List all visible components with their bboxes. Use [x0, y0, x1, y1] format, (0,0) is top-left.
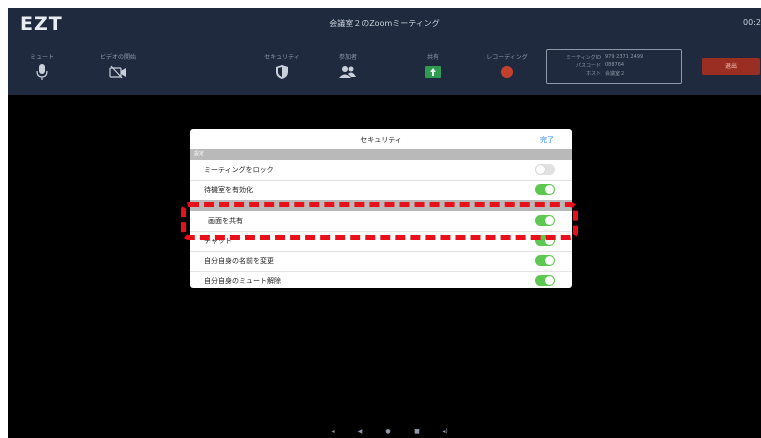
security-label: セキュリティ: [264, 54, 300, 61]
lock-meeting-label: ミーティングをロック: [204, 166, 274, 174]
share-screen-toggle[interactable]: [535, 215, 555, 226]
recents-icon[interactable]: ■: [410, 426, 424, 438]
host-value: 会議室２: [605, 71, 626, 77]
clock: 00:2: [743, 18, 761, 27]
android-nav-bar: ◂ ◀ ● ■ ◂): [8, 426, 761, 438]
share-screen-label: 画面を共有: [208, 217, 243, 225]
mic-icon: [36, 64, 48, 80]
back-icon[interactable]: ◀: [353, 426, 367, 438]
leave-button[interactable]: 退出: [702, 58, 760, 75]
lock-meeting-row: ミーティングをロック: [190, 160, 572, 181]
lock-meeting-toggle[interactable]: [535, 164, 555, 175]
unmute-self-row: 自分自身のミュート解除: [190, 271, 572, 288]
host-key: ホスト: [585, 71, 601, 77]
meeting-id-key: ミーティングID: [565, 55, 601, 61]
participants-icon: [339, 66, 356, 78]
toggle-knob: [536, 165, 545, 174]
video-off-icon: [109, 65, 126, 79]
waiting-room-row: 待機室を有効化: [190, 180, 572, 201]
record-label: レコーディング: [486, 54, 528, 61]
waiting-room-label: 待機室を有効化: [204, 186, 253, 194]
host-row: ホスト 会議室２: [547, 70, 681, 78]
toggle-knob: [545, 236, 554, 245]
security-button[interactable]: セキュリティ: [252, 52, 312, 80]
unmute-self-label: 自分自身のミュート解除: [204, 277, 281, 285]
mute-button[interactable]: ミュート: [12, 52, 72, 80]
share-screen-row: 画面を共有: [190, 211, 572, 232]
video-label: ビデオの開始: [99, 54, 136, 61]
chat-toggle[interactable]: [535, 235, 555, 246]
record-dot-icon: [501, 66, 513, 78]
waiting-room-toggle[interactable]: [535, 184, 555, 195]
passcode-value: 088764: [605, 62, 625, 68]
passcode-row: パスコード 088764: [547, 62, 681, 70]
home-icon[interactable]: ●: [381, 426, 395, 438]
meeting-info-box: ミーティングID 979 2371 2499 パスコード 088764 ホスト …: [546, 49, 682, 84]
chat-label: チャット: [204, 237, 232, 245]
unmute-self-toggle[interactable]: [535, 275, 555, 286]
record-button[interactable]: レコーディング: [477, 52, 537, 80]
rename-self-label: 自分自身の名前を変更: [204, 257, 274, 265]
mute-label: ミュート: [29, 54, 54, 61]
share-button[interactable]: 共有: [403, 52, 463, 80]
participants-label: 参加者: [338, 54, 357, 61]
chat-row: チャット: [190, 231, 572, 252]
dialog-header: セキュリティ 完了: [190, 129, 572, 149]
rename-self-row: 自分自身の名前を変更: [190, 251, 572, 272]
toggle-knob: [545, 185, 554, 194]
toggle-knob: [545, 216, 554, 225]
rename-self-toggle[interactable]: [535, 255, 555, 266]
shield-icon: [276, 65, 288, 79]
meeting-title: 会議室２のZoomミーティング: [329, 19, 440, 28]
toggle-knob: [545, 276, 554, 285]
settings-section-header: 設定: [190, 149, 572, 160]
share-arrow-icon: [425, 66, 441, 78]
volume-down-icon[interactable]: ◂: [326, 426, 340, 438]
meeting-id-row: ミーティングID 979 2371 2499: [547, 54, 681, 62]
permissions-section-header: [190, 200, 572, 211]
meeting-toolbar: EZT 会議室２のZoomミーティング 00:2 ミュート ビデオの開始 セキュ…: [8, 8, 761, 95]
done-button[interactable]: 完了: [540, 135, 554, 145]
meeting-id-value: 979 2371 2499: [605, 54, 644, 60]
toggle-knob: [545, 256, 554, 265]
volume-up-icon[interactable]: ◂): [438, 426, 452, 438]
passcode-key: パスコード: [575, 63, 601, 69]
start-video-button[interactable]: ビデオの開始: [88, 52, 148, 80]
security-dialog: セキュリティ 完了 設定 ミーティングをロック 待機室を有効化 画面を共有 チャ…: [190, 129, 572, 288]
share-label: 共有: [426, 54, 439, 61]
dialog-title: セキュリティ: [360, 136, 402, 144]
participants-button[interactable]: 参加者: [318, 52, 378, 80]
